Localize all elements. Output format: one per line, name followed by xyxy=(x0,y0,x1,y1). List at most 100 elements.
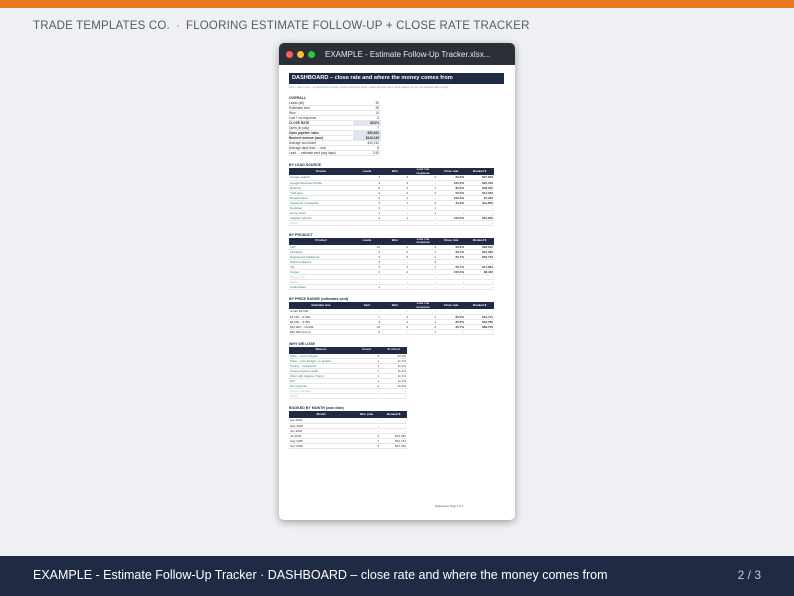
row-label: Other xyxy=(289,393,353,399)
cell-value: - xyxy=(465,329,494,335)
overall-value: 28 xyxy=(375,106,379,110)
overall-value: $10,232 xyxy=(367,141,379,145)
cell-value: - xyxy=(353,393,380,399)
row-label: Sep 2026 xyxy=(289,443,353,449)
cell-value: - xyxy=(437,220,465,226)
window-title: EXAMPLE - Estimate Follow-Up Tracker.xls… xyxy=(325,49,491,59)
page-header: TRADE TEMPLATES CO. · FLOORING ESTIMATE FO… xyxy=(33,20,530,32)
sheet-footer: Dashboard | Page 2 of 3 xyxy=(435,505,464,508)
column-header: Won xyxy=(381,302,409,309)
column-header: Booked $ xyxy=(380,411,407,418)
table-header-row: Estimate size Sent Won Lost / no response Cl… xyxy=(289,302,494,309)
row-label: Other xyxy=(289,220,353,226)
booked-by-month-table: Month Won jobs Booked $ Apr 2026- - May 2026-… xyxy=(289,411,407,449)
cell-value: 1 xyxy=(409,329,437,335)
column-header: % of lost xyxy=(380,346,407,354)
overall-label: Estimates sent xyxy=(289,106,310,110)
column-header: Won xyxy=(381,168,409,175)
overall-value: 14 xyxy=(375,111,379,115)
price-section-title: BY PRICE RANGE (estimates sent) xyxy=(289,297,349,301)
column-header: Lost / no response xyxy=(409,168,437,175)
column-header: Source xyxy=(289,168,353,175)
cell-value: $37,446 xyxy=(380,443,407,449)
cell-value: 3 xyxy=(353,443,380,449)
lead-source-table: Source Leads Won Lost / no response Close ra… xyxy=(289,168,494,226)
overall-value: 8 xyxy=(377,146,379,150)
column-header: Count xyxy=(353,346,380,354)
cell-value: - xyxy=(437,284,465,290)
spreadsheet-window: EXAMPLE - Estimate Follow-Up Tracker.xls… xyxy=(279,43,515,520)
table-row: Unidentified 1- - - - xyxy=(289,284,494,290)
column-header: Lost / no response xyxy=(409,237,437,245)
dashboard-title: DASHBOARD – close rate and where the mon… xyxy=(289,73,504,84)
table-row: Sep 2026 3 $37,446 xyxy=(289,443,407,449)
cell-value: - xyxy=(409,220,437,226)
cell-value: 2 xyxy=(353,329,381,335)
header-separator: · xyxy=(175,20,180,32)
overall-value: 6 xyxy=(377,116,379,120)
cell-value: - xyxy=(465,220,494,226)
column-header: Month xyxy=(289,411,353,418)
accent-top-bar xyxy=(0,0,794,8)
cell-value: - xyxy=(380,393,407,399)
overall-summary: Leads (all) 30 Estimates sent 28 Won 14 Lost +… xyxy=(289,101,504,156)
column-header: Booked $ xyxy=(465,302,494,309)
table-header-row: Month Won jobs Booked $ xyxy=(289,411,407,418)
overall-label: Booked revenue (won) xyxy=(289,136,324,140)
month-section-title: BOOKED BY MONTH (won date) xyxy=(289,406,344,410)
why-lose-section-title: WHY WE LOSE xyxy=(289,341,315,346)
row-label: $20,000 and up xyxy=(289,329,353,335)
cell-value: - xyxy=(381,220,409,226)
column-header: Estimate size xyxy=(289,302,353,309)
cell-value: - xyxy=(381,284,409,290)
overall-label: Average won ticket xyxy=(289,141,316,145)
cell-value: - xyxy=(437,329,465,335)
product-section-title: BY PRODUCT xyxy=(289,232,313,237)
close-window-button[interactable] xyxy=(286,50,293,58)
cell-value: 1 xyxy=(353,284,381,290)
slide-caption: EXAMPLE - Estimate Follow-Up Tracker · D… xyxy=(33,568,608,582)
column-header: Booked $ xyxy=(465,168,494,175)
overall-label: Open (in play) xyxy=(289,126,310,130)
column-header: Leads xyxy=(353,237,381,245)
overall-value: $143,245 xyxy=(353,136,381,140)
pagination-indicator: 2 / 3 xyxy=(737,568,761,582)
table-header-row: Reason Count% of lost xyxy=(289,346,407,354)
overall-section-title: OVERALL xyxy=(289,96,307,100)
overall-label: Leads (all) xyxy=(289,101,304,105)
caption-band: EXAMPLE - Estimate Follow-Up Tracker · D… xyxy=(0,556,794,596)
dashboard-sheet: DASHBOARD – close rate and where the mon… xyxy=(289,73,504,449)
why-we-lose-table: Reason Count% of lost Price – went cheaper… xyxy=(289,346,407,399)
cell-value: - xyxy=(353,220,381,226)
cell-value: - xyxy=(381,329,409,335)
product-name: FLOORING ESTIMATE FOLLOW-UP + CLOSE RATE… xyxy=(185,20,530,32)
column-header: Lost / no response xyxy=(409,302,437,309)
overall-label: Open pipeline value xyxy=(289,131,320,135)
column-header: Close rate xyxy=(437,168,465,175)
overall-value: 2.53 xyxy=(372,151,379,155)
overall-value: 7 xyxy=(377,126,379,130)
table-header-row: Product Leads Won Lost / no response Close r… xyxy=(289,237,494,245)
column-header: Sent xyxy=(353,302,381,309)
table-row: $20,000 and up 2-1- - xyxy=(289,329,494,335)
overall-label: Average days lead → won xyxy=(289,146,327,150)
overall-row: Lead → estimate sent (avg days) 2.53 xyxy=(289,151,381,156)
table-header-row: Source Leads Won Lost / no response Close ra… xyxy=(289,168,494,175)
maximize-window-button[interactable] xyxy=(308,50,315,58)
overall-value: $55,500 xyxy=(353,131,381,135)
column-header: Won jobs xyxy=(353,411,380,418)
source-section-title: BY LEAD SOURCE xyxy=(289,163,322,167)
table-row: Other - - xyxy=(289,393,407,399)
minimize-window-button[interactable] xyxy=(297,50,304,58)
column-header: Leads xyxy=(353,168,381,175)
overall-value: 60.0% xyxy=(353,121,381,125)
product-table: Product Leads Won Lost / no response Close r… xyxy=(289,237,494,290)
brand-name: TRADE TEMPLATES CO. xyxy=(33,20,170,32)
table-row: Other - - - - - xyxy=(289,220,494,226)
column-header: Reason xyxy=(289,346,353,354)
overall-label: CLOSE RATE xyxy=(289,121,310,125)
overall-label: Lead → estimate sent (avg days) xyxy=(289,151,336,155)
overall-value: 30 xyxy=(375,101,379,105)
column-header: Close rate xyxy=(437,237,465,245)
row-label: Unidentified xyxy=(289,284,353,290)
